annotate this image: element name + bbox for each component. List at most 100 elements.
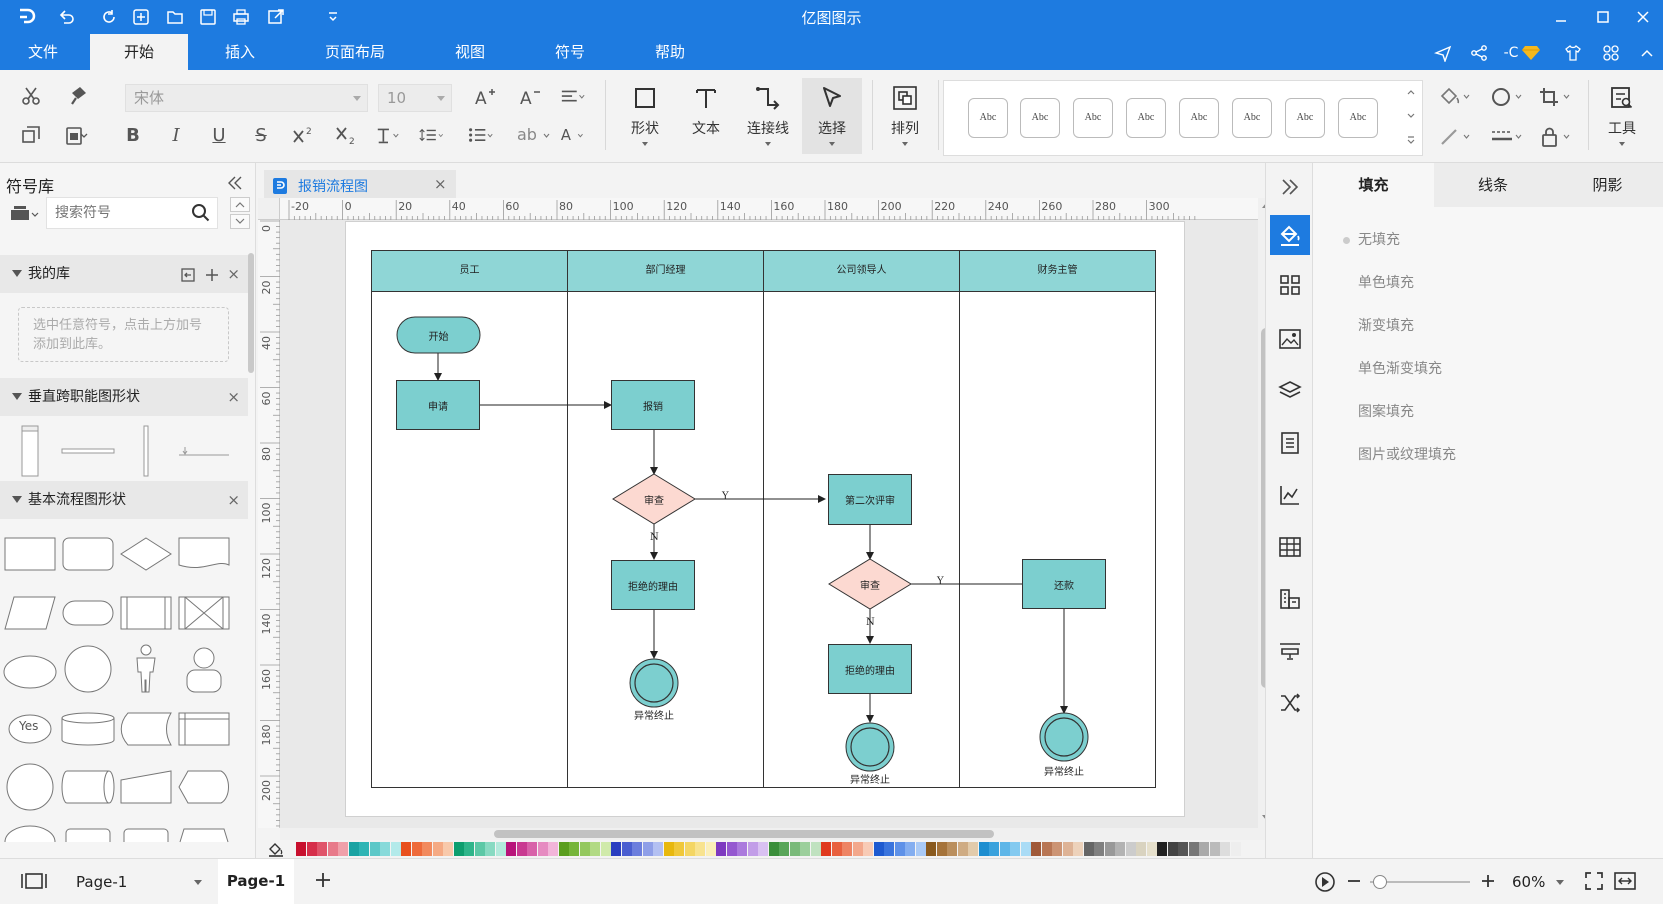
fit-page-icon[interactable] bbox=[1584, 871, 1604, 891]
color-swatch[interactable] bbox=[1230, 842, 1241, 856]
chart-data-icon[interactable] bbox=[1272, 477, 1308, 513]
fit-width-icon[interactable] bbox=[1614, 871, 1636, 891]
symbol-search-box[interactable] bbox=[46, 197, 218, 229]
panel-scrollbar[interactable] bbox=[248, 253, 254, 373]
tab-fill[interactable]: 填充 bbox=[1313, 163, 1434, 207]
style-swatch[interactable]: Abc bbox=[968, 98, 1008, 138]
line-spacing-icon[interactable] bbox=[419, 122, 445, 148]
basic-flowchart-section-header[interactable]: 基本流程图形状 × bbox=[0, 481, 248, 519]
line-color-icon[interactable] bbox=[1436, 124, 1476, 150]
bold-icon[interactable]: B bbox=[120, 122, 146, 148]
color-swatch[interactable] bbox=[915, 842, 926, 856]
paste-icon[interactable] bbox=[64, 122, 90, 148]
gallery-scroll-down-icon[interactable] bbox=[1406, 111, 1416, 121]
direct-data-shape[interactable] bbox=[60, 761, 116, 813]
color-swatch[interactable] bbox=[1125, 842, 1136, 856]
color-swatch[interactable] bbox=[432, 842, 443, 856]
format-painter-icon[interactable] bbox=[66, 83, 92, 109]
color-swatch[interactable] bbox=[548, 842, 558, 856]
scroll-down-button[interactable] bbox=[230, 214, 250, 229]
color-swatch[interactable] bbox=[737, 842, 747, 856]
color-swatch[interactable] bbox=[348, 842, 359, 856]
select-tool-button[interactable]: 选择 bbox=[802, 78, 862, 154]
horizontal-separator-shape[interactable] bbox=[60, 425, 116, 477]
color-swatch[interactable] bbox=[789, 842, 800, 856]
menu-page-layout[interactable]: 页面布局 bbox=[312, 34, 398, 70]
color-swatch[interactable] bbox=[390, 842, 401, 856]
color-swatch[interactable] bbox=[422, 842, 432, 856]
fill-option-picture-texture[interactable]: 图片或纹理填充 bbox=[1343, 444, 1456, 464]
color-swatch[interactable] bbox=[905, 842, 915, 856]
color-swatch[interactable] bbox=[674, 842, 684, 856]
color-swatch[interactable] bbox=[968, 842, 978, 856]
fill-bucket-icon[interactable] bbox=[268, 841, 284, 857]
color-swatch[interactable] bbox=[768, 842, 779, 856]
color-swatch[interactable] bbox=[495, 842, 506, 856]
menu-home[interactable]: 开始 bbox=[90, 34, 188, 70]
tab-shadow[interactable]: 阴影 bbox=[1552, 163, 1663, 207]
horizontal-scroll-thumb[interactable] bbox=[494, 830, 994, 838]
italic-icon[interactable]: I bbox=[163, 122, 189, 148]
predefined-process-shape[interactable] bbox=[118, 587, 174, 639]
fill-option-gradient[interactable]: 渐变填充 bbox=[1343, 315, 1414, 335]
text-direction-icon[interactable] bbox=[375, 122, 401, 148]
menu-symbol[interactable]: 符号 bbox=[540, 34, 600, 70]
color-swatch[interactable] bbox=[359, 842, 369, 856]
page-list-icon[interactable] bbox=[20, 872, 48, 890]
color-swatch[interactable] bbox=[632, 842, 642, 856]
alternate-process-shape[interactable] bbox=[60, 528, 116, 580]
zoom-slider-knob[interactable] bbox=[1373, 875, 1388, 889]
page-document-icon[interactable] bbox=[1272, 425, 1308, 461]
layers-icon[interactable] bbox=[1272, 373, 1308, 409]
color-swatch[interactable] bbox=[611, 842, 621, 856]
color-swatch[interactable] bbox=[947, 842, 957, 856]
style-swatch[interactable]: Abc bbox=[1073, 98, 1113, 138]
color-swatch[interactable] bbox=[747, 842, 758, 856]
color-swatch[interactable] bbox=[464, 842, 474, 856]
color-swatch[interactable] bbox=[894, 842, 905, 856]
color-swatch[interactable] bbox=[957, 842, 968, 856]
display-shape[interactable] bbox=[176, 761, 232, 813]
tools-button[interactable]: 工具 bbox=[1594, 78, 1650, 154]
color-swatch[interactable] bbox=[600, 842, 611, 856]
color-swatch[interactable] bbox=[569, 842, 579, 856]
color-swatch[interactable] bbox=[1031, 842, 1041, 856]
color-swatch[interactable] bbox=[537, 842, 548, 856]
close-section-icon[interactable]: × bbox=[227, 255, 240, 293]
color-swatch[interactable] bbox=[884, 842, 894, 856]
collate-shape[interactable] bbox=[176, 587, 232, 639]
zoom-out-icon[interactable] bbox=[1346, 873, 1362, 889]
style-swatch[interactable]: Abc bbox=[1179, 98, 1219, 138]
second-review-process-node[interactable]: 第二次评审 bbox=[828, 474, 912, 525]
color-swatch[interactable] bbox=[338, 842, 348, 856]
close-button[interactable] bbox=[1630, 4, 1656, 30]
style-swatch[interactable]: Abc bbox=[1126, 98, 1166, 138]
reimburse-process-node[interactable]: 报销 bbox=[611, 380, 695, 430]
fill-panel-button[interactable] bbox=[1270, 215, 1310, 255]
play-presentation-icon[interactable] bbox=[1314, 871, 1336, 893]
color-swatch[interactable] bbox=[621, 842, 632, 856]
page-selector[interactable]: Page-1 bbox=[76, 869, 206, 895]
my-library-header[interactable]: 我的库 × bbox=[0, 255, 248, 293]
color-swatch[interactable] bbox=[1115, 842, 1125, 856]
cross-functional-section-header[interactable]: 垂直跨职能图形状 × bbox=[0, 378, 248, 416]
library-menu-icon[interactable] bbox=[10, 204, 40, 222]
color-swatch[interactable] bbox=[663, 842, 674, 856]
color-swatch[interactable] bbox=[590, 842, 600, 856]
color-swatch[interactable] bbox=[1136, 842, 1146, 856]
fill-option-single-gradient[interactable]: 单色渐变填充 bbox=[1343, 358, 1442, 378]
color-swatch[interactable] bbox=[474, 842, 485, 856]
color-swatch[interactable] bbox=[842, 842, 852, 856]
person-figure-shape[interactable] bbox=[118, 643, 174, 695]
color-swatch[interactable] bbox=[999, 842, 1010, 856]
stored-data-cylinder-shape[interactable] bbox=[60, 703, 116, 755]
line-style-icon[interactable] bbox=[1488, 124, 1528, 150]
crop-icon[interactable] bbox=[1536, 84, 1576, 110]
color-swatch[interactable] bbox=[852, 842, 863, 856]
strikethrough-icon[interactable]: S bbox=[248, 122, 274, 148]
connector-tool-button[interactable]: 连接线 bbox=[740, 78, 796, 154]
color-swatch[interactable] bbox=[926, 842, 936, 856]
color-swatch[interactable] bbox=[716, 842, 726, 856]
text-tool-button[interactable]: 文本 bbox=[678, 78, 734, 154]
copy-icon[interactable] bbox=[18, 122, 44, 148]
